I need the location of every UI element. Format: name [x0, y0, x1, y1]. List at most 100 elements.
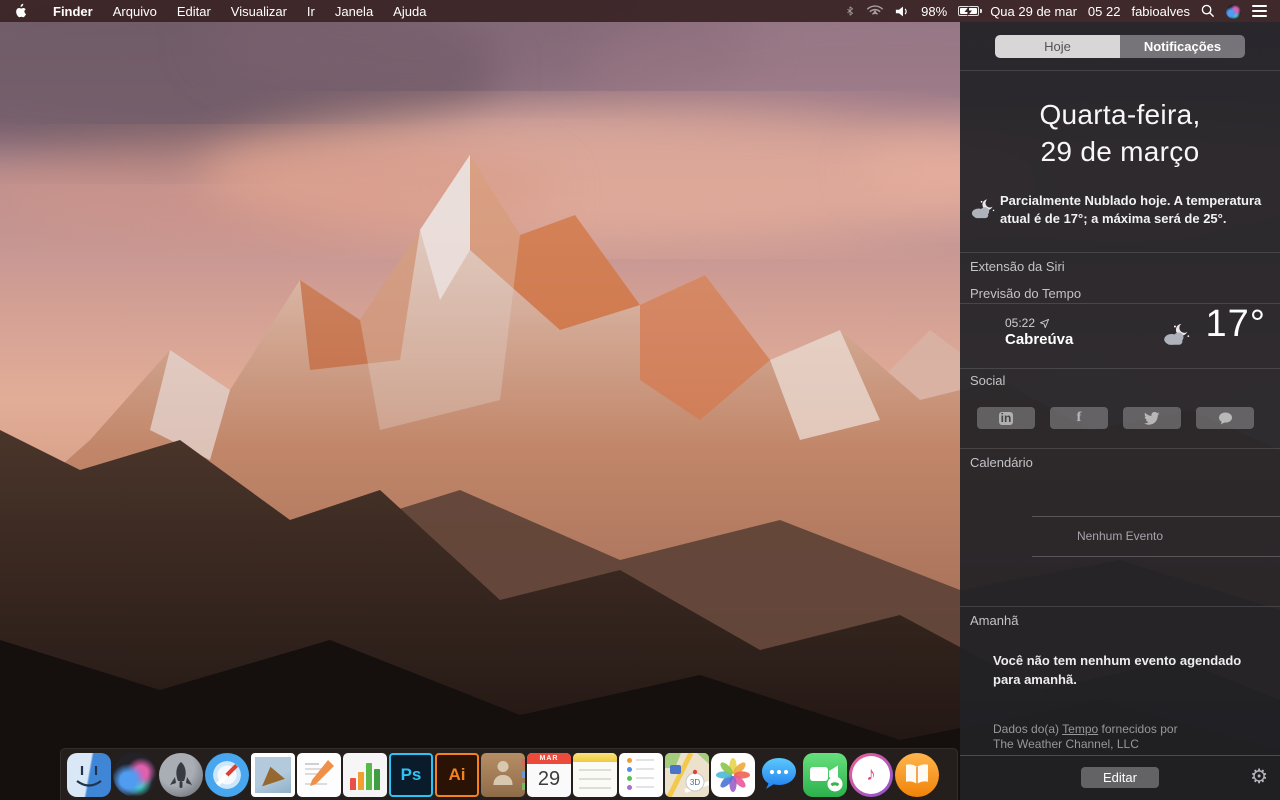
divider [960, 606, 1280, 607]
photoshop-icon: Ps [389, 752, 433, 797]
svg-text:3D: 3D [690, 778, 700, 787]
dock-app-mail[interactable] [251, 752, 295, 797]
linkedin-icon: in [998, 410, 1014, 425]
gear-icon[interactable]: ⚙ [1250, 765, 1268, 789]
reminders-icon [619, 752, 663, 797]
dock-app-photoshop[interactable]: Ps [389, 752, 433, 797]
numbers-icon [343, 752, 387, 797]
spotlight-search-icon[interactable] [1201, 4, 1215, 18]
menu-clock-date[interactable]: Qua 29 de mar [990, 4, 1077, 19]
menu-item-visualizar[interactable]: Visualizar [221, 0, 297, 22]
weather-summary: Parcialmente Nublado hoje. A temperatura… [960, 192, 1280, 228]
menu-item-editar[interactable]: Editar [167, 0, 221, 22]
contacts-icon [481, 752, 525, 797]
messages-share-button[interactable] [1196, 407, 1254, 429]
calendar-hour-line [1032, 556, 1280, 557]
itunes-icon: ♪ [849, 752, 893, 797]
menu-bar-left: Finder Arquivo Editar Visualizar Ir Jane… [0, 0, 436, 22]
dock-app-photos[interactable] [711, 752, 755, 797]
music-note-icon: ♪ [866, 763, 876, 785]
dock-app-numbers[interactable] [343, 752, 387, 797]
siri-icon [113, 752, 157, 797]
volume-icon[interactable] [895, 5, 910, 18]
weather-link[interactable]: Tempo [1062, 722, 1098, 736]
apple-menu[interactable] [0, 0, 43, 22]
menu-clock-time[interactable]: 05 22 [1088, 4, 1121, 19]
safari-icon [205, 752, 249, 797]
divider [960, 368, 1280, 369]
today-date-heading: Quarta-feira, 29 de março [960, 96, 1280, 170]
pages-pen [305, 759, 334, 786]
menu-bar: Finder Arquivo Editar Visualizar Ir Jane… [0, 0, 1280, 22]
dock-app-itunes[interactable]: ♪ [849, 752, 893, 797]
dock-app-illustrator[interactable]: Ai [435, 752, 479, 797]
menu-item-arquivo[interactable]: Arquivo [103, 0, 167, 22]
social-buttons: in f [977, 407, 1254, 429]
dock-app-ibooks[interactable] [895, 752, 939, 797]
calendar-no-events: Nenhum Evento [1076, 529, 1164, 543]
weather-attribution: Dados do(a) Tempo fornecidos por The Wea… [993, 722, 1178, 752]
dock-app-reminders[interactable] [619, 752, 663, 797]
edit-button[interactable]: Editar [1081, 767, 1159, 788]
battery-percent: 98% [921, 3, 948, 19]
divider [960, 252, 1280, 253]
weather-widget-temperature: 17° [1205, 303, 1266, 345]
dock-app-maps[interactable]: 3D [665, 752, 709, 797]
current-user[interactable]: fabioalves [1131, 4, 1190, 19]
calendar-day: 29 [537, 767, 561, 790]
notification-center-icon[interactable] [1252, 5, 1267, 17]
dock-app-pages[interactable] [297, 752, 341, 797]
dock-app-safari[interactable] [205, 752, 249, 797]
section-social: Social [970, 373, 1006, 388]
dock-app-facetime[interactable] [803, 752, 847, 797]
dock-app-contacts[interactable] [481, 752, 525, 797]
stamp-eagle [257, 763, 285, 786]
tab-hoje[interactable]: Hoje [995, 35, 1120, 58]
menu-item-ajuda[interactable]: Ajuda [383, 0, 436, 22]
dock: Ps Ai MAR 29 3D ♪ [60, 748, 958, 800]
rocket-icon [170, 761, 192, 788]
menu-item-janela[interactable]: Janela [325, 0, 383, 22]
siri-menu-icon[interactable] [1226, 3, 1241, 19]
messages-icon [762, 757, 796, 789]
weather-widget-location[interactable]: Cabreúva [1005, 331, 1073, 348]
dock-app-launchpad[interactable] [159, 752, 203, 797]
menu-item-ir[interactable]: Ir [297, 0, 325, 22]
facebook-icon: f [1076, 410, 1082, 425]
message-bubble-icon [1218, 411, 1232, 425]
section-tomorrow: Amanhã [970, 613, 1019, 628]
section-siri-extension: Extensão da Siri [970, 259, 1065, 274]
date-line-2: 29 de março [1040, 136, 1200, 167]
section-weather-forecast: Previsão do Tempo [970, 286, 1082, 301]
dock-app-notes[interactable] [573, 752, 617, 797]
tomorrow-empty-text: Você não tem nenhum evento agendado para… [993, 653, 1242, 687]
section-calendar: Calendário [970, 455, 1033, 470]
panel-tab-switcher: Hoje Notificações [995, 35, 1245, 58]
dock-app-siri[interactable] [113, 752, 157, 797]
notes-icon [573, 752, 617, 797]
battery-charging-icon[interactable] [958, 6, 983, 17]
attribution-suffix: fornecidos por [1098, 722, 1178, 736]
linkedin-share-button[interactable]: in [977, 407, 1035, 429]
mail-icon [251, 752, 295, 797]
twitter-share-button[interactable] [1123, 407, 1181, 429]
photos-flower [716, 757, 750, 792]
attribution-line2: The Weather Channel, LLC [993, 737, 1139, 751]
menu-bar-status: 98% Qua 29 de mar 05 22 fabioalves [845, 0, 1280, 22]
menu-item-finder[interactable]: Finder [43, 0, 103, 22]
wifi-icon[interactable] [866, 4, 884, 18]
widget-time-value: 05:22 [1005, 316, 1036, 330]
notification-center-panel: Hoje Notificações Quarta-feira, 29 de ma… [960, 22, 1280, 800]
divider [960, 70, 1280, 71]
desktop: Finder Arquivo Editar Visualizar Ir Jane… [0, 0, 1280, 800]
attribution-prefix: Dados do(a) [993, 722, 1063, 736]
tab-notificacoes[interactable]: Notificações [1120, 35, 1245, 58]
facebook-share-button[interactable]: f [1050, 407, 1108, 429]
dock-app-finder[interactable] [67, 752, 111, 800]
dock-app-calendar[interactable]: MAR 29 [527, 752, 571, 797]
date-line-1: Quarta-feira, [1039, 99, 1201, 130]
compass-needle [216, 763, 238, 786]
dock-app-messages[interactable] [757, 753, 801, 797]
facetime-icon [803, 752, 847, 797]
bluetooth-icon[interactable] [845, 4, 855, 18]
